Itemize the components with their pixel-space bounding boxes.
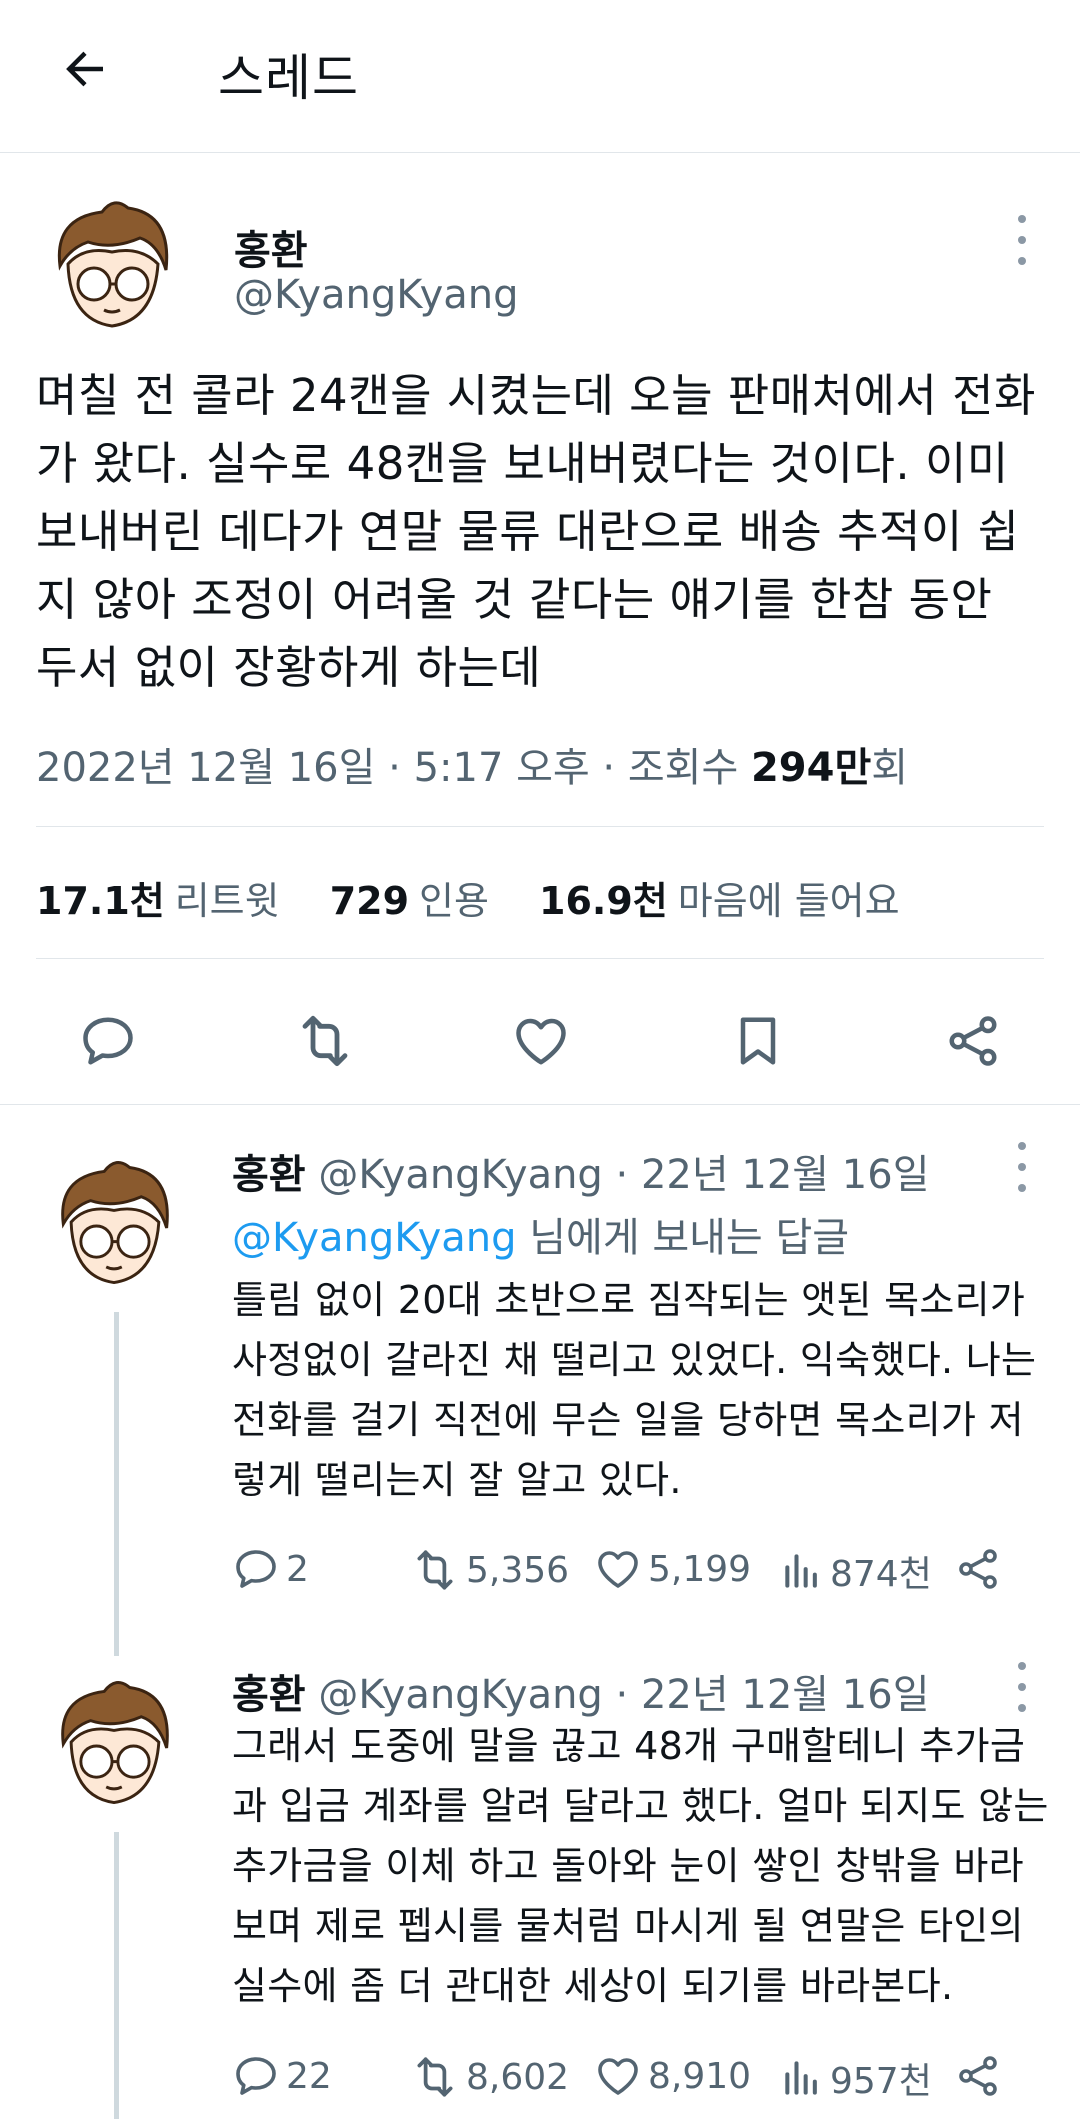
reply-header: 홍환 @KyangKyang · 22년 12월 16일 — [232, 1142, 930, 1200]
like-button[interactable] — [503, 1003, 579, 1079]
retweets-count[interactable]: 17.1천 — [36, 879, 165, 923]
reply-share-button[interactable] — [954, 1545, 1008, 1593]
views-count: 957천 — [830, 2061, 932, 2102]
share-nodes-icon — [959, 2056, 997, 2096]
thread-connector — [114, 1312, 119, 1656]
reply-to-handle[interactable]: @KyangKyang — [232, 1215, 517, 1261]
author-handle[interactable]: @KyangKyang — [318, 1152, 603, 1198]
like-count: 5,199 — [648, 1548, 752, 1590]
retweet-arrows-icon — [302, 1015, 348, 1067]
speech-bubble-icon — [236, 1550, 276, 1588]
author-name[interactable]: 홍환 — [232, 1152, 306, 1198]
reply-like-button[interactable]: 5,199 — [594, 1545, 751, 1593]
more-button[interactable] — [1002, 1662, 1042, 1712]
views-suffix: 회 — [871, 745, 909, 791]
replying-to: @KyangKyang 님에게 보내는 답글 — [232, 1205, 849, 1263]
avatar-illustration — [36, 1148, 192, 1304]
back-button[interactable] — [52, 36, 118, 102]
retweet-arrows-icon — [417, 1550, 453, 1590]
share-nodes-icon — [959, 1549, 997, 1589]
tweet-stats: 17.1천 리트윗 729 인용 16.9천 마음에 들어요 — [36, 870, 938, 925]
reply-button[interactable] — [70, 1003, 146, 1079]
likes-count[interactable]: 16.9천 — [539, 879, 668, 923]
share-nodes-icon — [949, 1016, 997, 1066]
retweets-label[interactable]: 리트윗 — [175, 879, 280, 923]
reply-retweet-button[interactable]: 8,602 — [410, 2052, 569, 2102]
avatar-illustration — [32, 188, 192, 348]
reply-views-button[interactable]: 957천 — [780, 2052, 932, 2104]
reply-to-suffix: 님에게 보내는 답글 — [516, 1215, 850, 1261]
author-handle[interactable]: @KyangKyang — [318, 1672, 603, 1718]
quotes-count[interactable]: 729 — [330, 879, 409, 923]
likes-label[interactable]: 마음에 들어요 — [678, 879, 900, 923]
views-count: 294만 — [750, 745, 872, 791]
more-button[interactable] — [1002, 215, 1042, 265]
avatar-illustration — [36, 1668, 192, 1824]
tweet-text: 며칠 전 콜라 24캔을 시켰는데 오늘 판매처에서 전화가 왔다. 실수로 4… — [36, 369, 1036, 694]
heart-icon — [598, 2058, 638, 2095]
share-button[interactable] — [935, 1003, 1011, 1079]
bookmark-icon — [740, 1017, 776, 1065]
tweet-actions — [0, 985, 1080, 1095]
retweet-count: 8,602 — [466, 2056, 570, 2098]
speech-bubble-icon — [236, 2057, 276, 2095]
speech-bubble-icon — [83, 1017, 133, 1065]
author-name[interactable]: 홍환 — [232, 1672, 306, 1718]
section-divider — [0, 1104, 1080, 1105]
like-count: 8,910 — [648, 2055, 752, 2097]
reply-date[interactable]: · 22년 12월 16일 — [616, 1152, 930, 1198]
bookmark-button[interactable] — [720, 1003, 796, 1079]
reply-retweet-button[interactable]: 5,356 — [410, 1545, 569, 1595]
reply-like-button[interactable]: 8,910 — [594, 2052, 751, 2100]
tweet-date[interactable]: 2022년 12월 16일 · 5:17 오후 · 조회수 — [36, 745, 751, 791]
arrow-left-icon — [66, 51, 103, 87]
heart-icon — [516, 1018, 566, 1065]
divider — [36, 958, 1044, 959]
retweet-arrows-icon — [417, 2057, 453, 2097]
comment-count: 22 — [286, 2055, 332, 2097]
heart-icon — [598, 1551, 638, 1588]
more-button[interactable] — [1002, 1142, 1042, 1192]
avatar[interactable] — [36, 1148, 192, 1304]
divider — [36, 826, 1044, 827]
page-title: 스레드 — [218, 49, 359, 107]
reply-share-button[interactable] — [954, 2052, 1008, 2100]
reply-date[interactable]: · 22년 12월 16일 — [616, 1672, 930, 1718]
views-count: 874천 — [830, 1554, 932, 1595]
comment-count: 2 — [286, 1548, 309, 1590]
reply-comment-button[interactable]: 22 — [232, 2052, 332, 2100]
reply-header: 홍환 @KyangKyang · 22년 12월 16일 — [232, 1662, 930, 1720]
bar-chart-icon — [785, 2061, 817, 2095]
thread-connector — [114, 1832, 119, 2119]
reply-comment-button[interactable]: 2 — [232, 1545, 309, 1593]
avatar[interactable] — [36, 1668, 192, 1824]
author-name[interactable]: 홍환 — [234, 218, 308, 276]
retweet-button[interactable] — [287, 1003, 363, 1079]
quotes-label[interactable]: 인용 — [419, 879, 489, 923]
bar-chart-icon — [785, 1554, 817, 1588]
reply-text: 틀림 없이 20대 초반으로 짐작되는 앳된 목소리가 사정없이 갈라진 채 떨… — [232, 1278, 1037, 1502]
reply-views-button[interactable]: 874천 — [780, 1545, 932, 1597]
top-bar: 스레드 — [0, 0, 1080, 153]
author-handle[interactable]: @KyangKyang — [234, 272, 519, 318]
avatar[interactable] — [32, 188, 192, 348]
retweet-count: 5,356 — [466, 1549, 570, 1591]
reply-text: 그래서 도중에 말을 끊고 48개 구매할테니 추가금과 입금 계좌를 알려 달… — [232, 1724, 1049, 2008]
tweet-meta: 2022년 12월 16일 · 5:17 오후 · 조회수 294만회 — [36, 735, 908, 793]
